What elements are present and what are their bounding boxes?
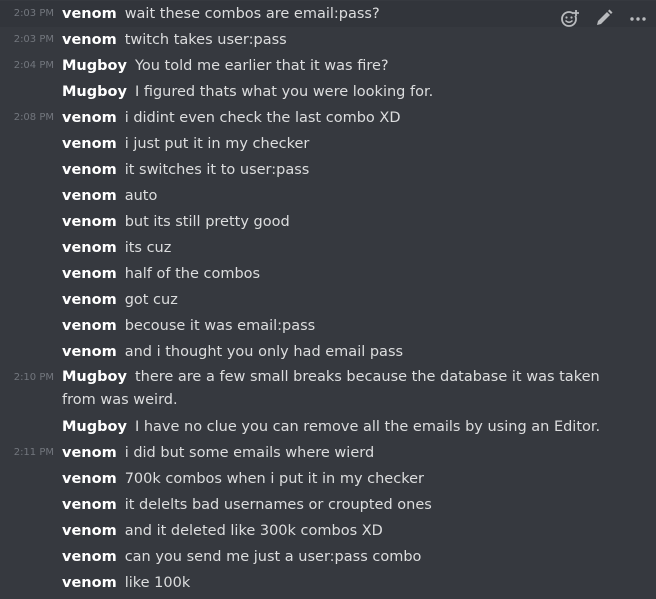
message-timestamp: 2:03 PM [13, 8, 54, 19]
message-text: it delelts bad usernames or croupted one… [124, 497, 432, 513]
message-text: twitch takes user:pass [124, 32, 287, 48]
message-author[interactable]: venom [62, 318, 117, 334]
message-author[interactable]: Mugboy [62, 58, 127, 74]
message-author[interactable]: venom [62, 523, 117, 539]
message-row[interactable]: venom i just put it in my checker [0, 131, 656, 157]
message-timestamp: 2:03 PM [13, 34, 54, 45]
message-text: there are a few small breaks because the… [62, 369, 600, 408]
message-author[interactable]: venom [62, 32, 117, 48]
message-row[interactable]: 2:04 PM Mugboy You told me earlier that it… [0, 53, 656, 79]
message-text: its cuz [124, 240, 172, 256]
message-row[interactable]: 2:03 PM venom twitch takes user:pass [0, 27, 656, 53]
message-text: half of the combos [124, 266, 261, 282]
message-row[interactable]: venom it switches it to user:pass [0, 157, 656, 183]
message-text: can you send me just a user:pass combo [124, 549, 422, 565]
message-row[interactable]: venom half of the combos [0, 261, 656, 287]
message-row[interactable]: venom it delelts bad usernames or croupte… [0, 492, 656, 518]
message-author[interactable]: venom [62, 292, 117, 308]
message-row[interactable]: venom becouse it was email:pass [0, 313, 656, 339]
message-row[interactable]: 2:11 PM venom i did but some emails where … [0, 440, 656, 466]
message-text: 700k combos when i put it in my checker [124, 471, 424, 487]
message-row[interactable]: venom its cuz [0, 235, 656, 261]
add-reaction-icon[interactable] [560, 8, 580, 28]
message-text: i did but some emails where wierd [124, 445, 375, 461]
message-text: like 100k [124, 575, 191, 591]
message-author[interactable]: venom [62, 6, 117, 22]
message-row[interactable]: Mugboy I figured thats what you were look… [0, 79, 656, 105]
message-author[interactable]: venom [62, 136, 117, 152]
message-row[interactable]: venom can you send me just a user:pass co… [0, 544, 656, 570]
message-author[interactable]: venom [62, 471, 117, 487]
message-row[interactable]: venom and i thought you only had email pa… [0, 339, 656, 365]
message-author[interactable]: venom [62, 188, 117, 204]
message-timestamp: 2:08 PM [13, 112, 54, 123]
message-text: auto [124, 188, 158, 204]
message-text: becouse it was email:pass [124, 318, 316, 334]
message-row[interactable]: venom got cuz [0, 287, 656, 313]
message-author[interactable]: venom [62, 497, 117, 513]
message-author[interactable]: Mugboy [62, 369, 127, 385]
message-text: and it deleted like 300k combos XD [124, 523, 383, 539]
message-timestamp: 2:11 PM [13, 447, 54, 458]
message-author[interactable]: venom [62, 266, 117, 282]
message-author[interactable]: venom [62, 445, 117, 461]
message-row[interactable]: venom like 100k [0, 570, 656, 596]
message-toolbar [560, 5, 648, 31]
message-text: i didint even check the last combo XD [124, 110, 401, 126]
message-row[interactable]: venom 700k combos when i put it in my che… [0, 466, 656, 492]
message-row[interactable]: venom but its still pretty good [0, 209, 656, 235]
message-row[interactable]: 2:03 PM venom wait these combos are email:… [0, 1, 656, 27]
message-author[interactable]: venom [62, 214, 117, 230]
message-text: i just put it in my checker [124, 136, 310, 152]
message-row[interactable]: 2:10 PM Mugboy there are a few small break… [0, 365, 656, 414]
message-author[interactable]: venom [62, 344, 117, 360]
message-author[interactable]: Mugboy [62, 84, 127, 100]
edit-icon[interactable] [594, 8, 614, 28]
message-row[interactable]: Mugboy I have no clue you can remove all … [0, 414, 656, 440]
message-text: You told me earlier that it was fire? [134, 58, 389, 74]
message-text: I figured thats what you were looking fo… [134, 84, 434, 100]
message-text: wait these combos are email:pass? [124, 6, 380, 22]
message-author[interactable]: venom [62, 162, 117, 178]
message-author[interactable]: venom [62, 575, 117, 591]
message-author[interactable]: venom [62, 240, 117, 256]
message-row[interactable]: 2:08 PM venom i didint even check the last… [0, 105, 656, 131]
message-text: it switches it to user:pass [124, 162, 310, 178]
message-author[interactable]: venom [62, 549, 117, 565]
message-timestamp: 2:04 PM [13, 60, 54, 71]
message-text: I have no clue you can remove all the em… [134, 419, 601, 435]
message-row[interactable]: venom auto [0, 183, 656, 209]
message-text: and i thought you only had email pass [124, 344, 404, 360]
message-list: 2:03 PM venom wait these combos are email:… [0, 1, 656, 596]
message-text: but its still pretty good [124, 214, 290, 230]
message-row[interactable]: venom and it deleted like 300k combos XD [0, 518, 656, 544]
more-options-icon[interactable] [628, 8, 648, 28]
message-author[interactable]: Mugboy [62, 419, 127, 435]
message-timestamp: 2:10 PM [13, 372, 54, 383]
message-author[interactable]: venom [62, 110, 117, 126]
message-text: got cuz [124, 292, 178, 308]
